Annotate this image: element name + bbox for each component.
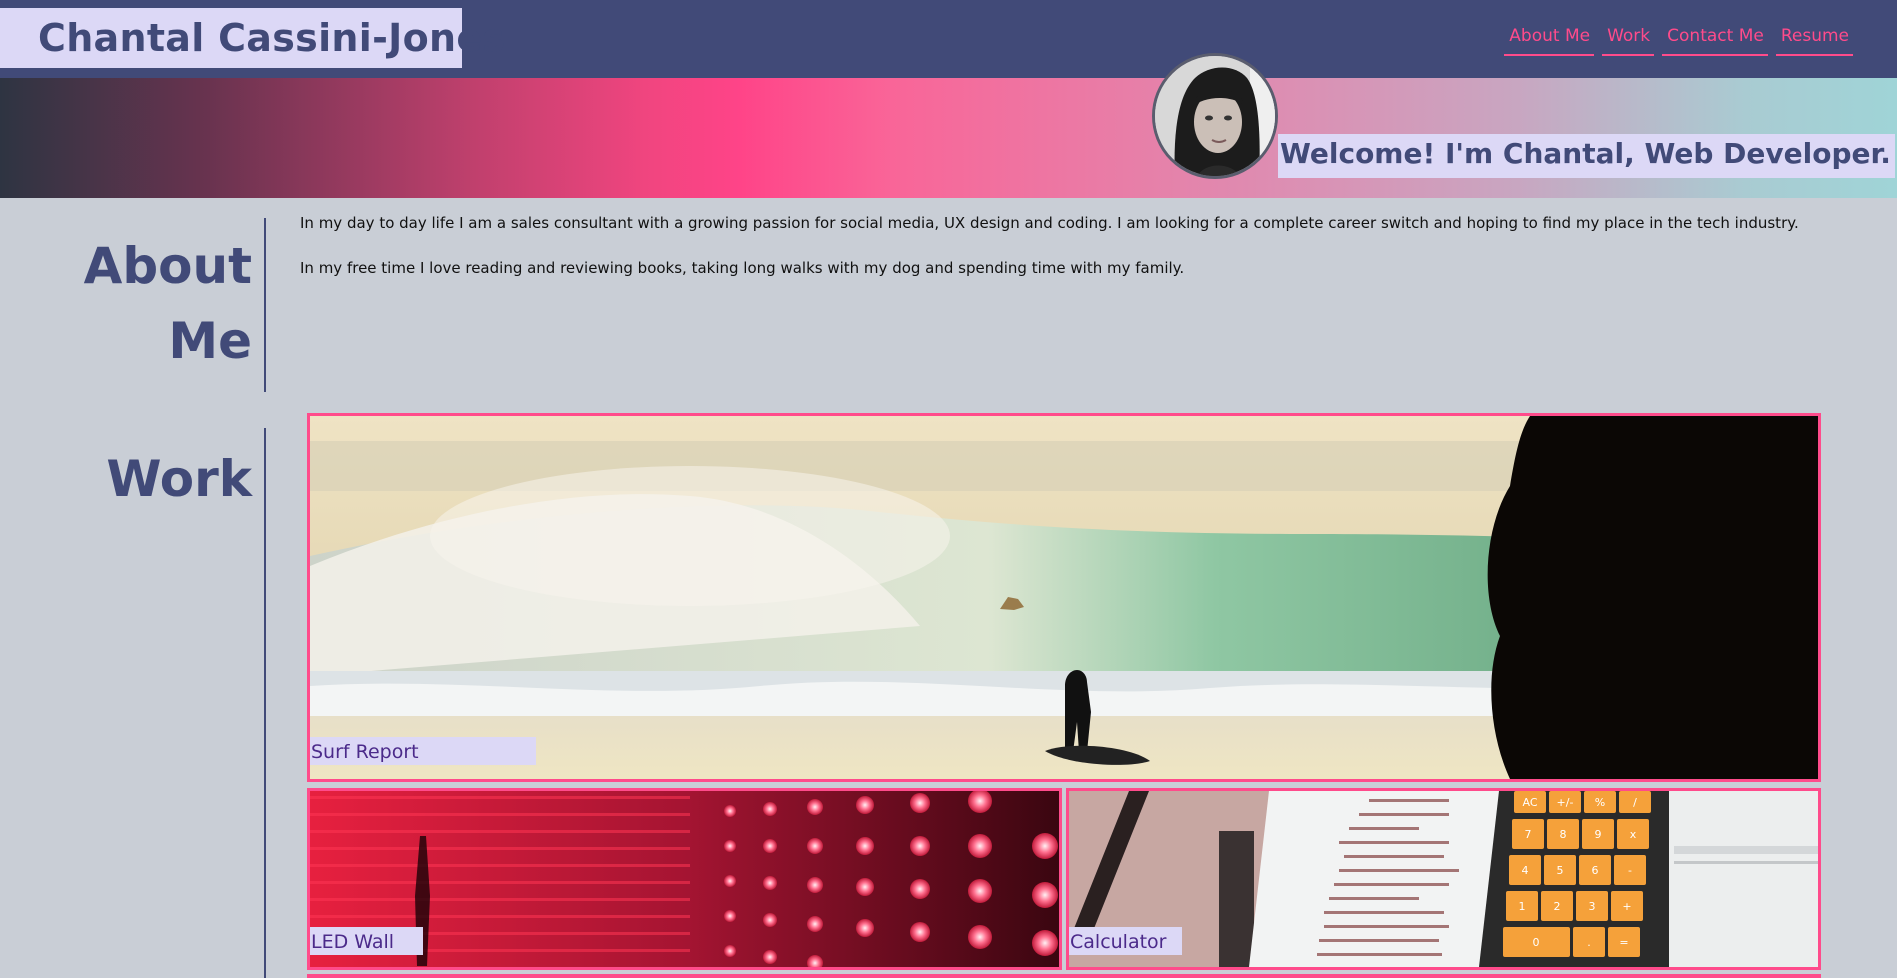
calc-key: +/- <box>1557 796 1574 809</box>
surf-report-label: Surf Report <box>310 737 536 765</box>
surf-image <box>310 416 1818 779</box>
about-paragraph: In my day to day life I am a sales consu… <box>300 214 1799 232</box>
work-divider <box>264 428 266 978</box>
nav-about-me[interactable]: About Me <box>1504 22 1595 56</box>
about-title-line1: About <box>83 237 252 295</box>
calc-key: 6 <box>1592 864 1599 877</box>
about-title-line2: Me <box>168 312 252 370</box>
next-row-border <box>307 974 1821 978</box>
nav-work[interactable]: Work <box>1602 22 1655 56</box>
nav-resume[interactable]: Resume <box>1775 22 1853 56</box>
calc-key: 8 <box>1560 828 1567 841</box>
site-name: Chantal Cassini-Jones <box>38 16 506 60</box>
about-divider <box>264 218 266 392</box>
about-paragraph: In my free time I love reading and revie… <box>300 259 1185 277</box>
top-header: Chantal Cassini-Jones About Me Work Cont… <box>0 0 1897 78</box>
site-name-box: Chantal Cassini-Jones <box>0 8 505 68</box>
calc-key: 2 <box>1554 900 1561 913</box>
calc-key: = <box>1619 936 1628 949</box>
project-calculator[interactable]: AC +/-% / 7 8 9 x 4 5 6 - 1 2 3 + 0. = Calculator <box>1066 788 1821 970</box>
calc-key: + <box>1622 900 1631 913</box>
calc-key: - <box>1628 864 1632 877</box>
calc-key: 9 <box>1595 828 1602 841</box>
led-wall-label: LED Wall <box>310 927 423 955</box>
work-title: Work <box>106 450 252 508</box>
calc-key: 0 <box>1533 936 1540 949</box>
calc-key: 4 <box>1522 864 1529 877</box>
project-led-wall[interactable]: LED Wall <box>307 788 1062 970</box>
calculator-label: Calculator <box>1069 927 1182 955</box>
about-text: In my day to day life I am a sales consu… <box>300 212 1860 302</box>
main-nav: About Me Work Contact Me Resume <box>1504 22 1853 56</box>
calc-key: / <box>1633 796 1637 809</box>
calc-key: AC <box>1522 796 1537 809</box>
project-surf-report[interactable]: Surf Report <box>307 413 1821 782</box>
calc-key: 1 <box>1519 900 1526 913</box>
nav-contact-me[interactable]: Contact Me <box>1662 22 1768 56</box>
calc-key: x <box>1630 828 1637 841</box>
calc-key: % <box>1595 796 1605 809</box>
calc-key: 5 <box>1557 864 1564 877</box>
calc-key: 7 <box>1525 828 1532 841</box>
calc-key: . <box>1587 936 1591 949</box>
calc-key: 3 <box>1589 900 1596 913</box>
welcome-heading: Welcome! I'm Chantal, Web Developer. <box>1278 134 1895 178</box>
about-title: About Me <box>84 229 252 379</box>
profile-photo <box>1152 53 1278 179</box>
